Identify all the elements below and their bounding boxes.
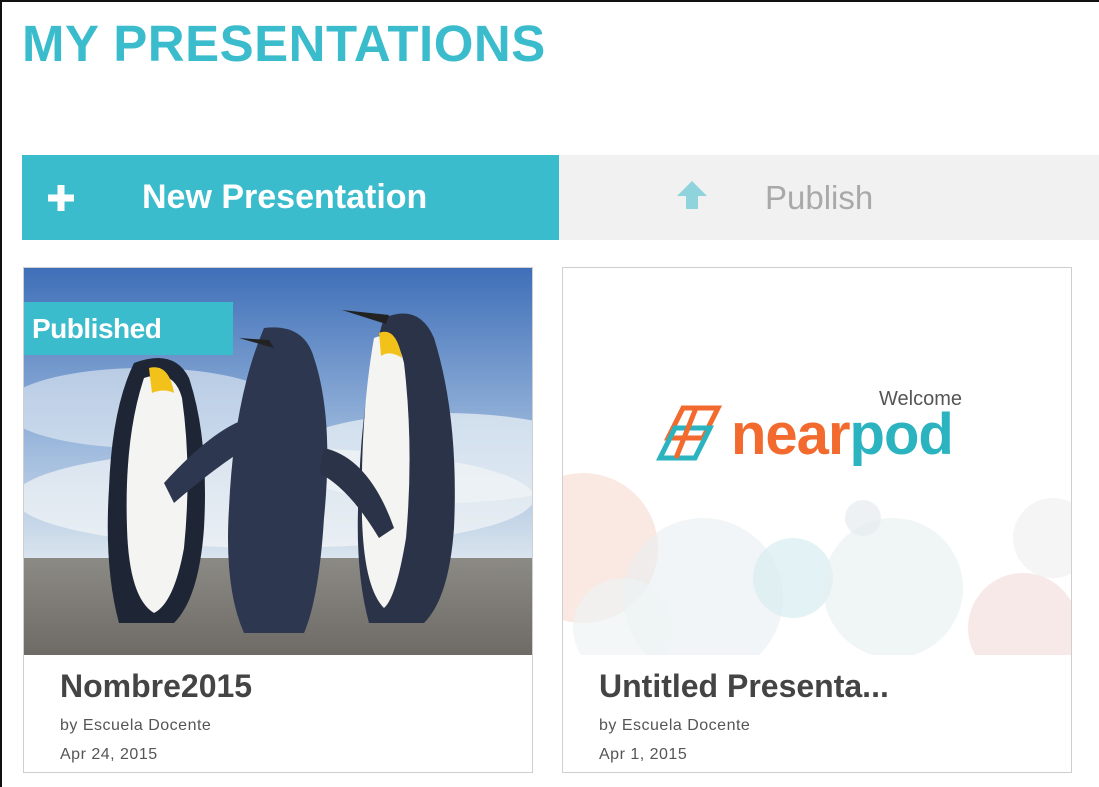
upload-arrow-icon [677, 180, 707, 215]
presentation-thumbnail-nearpod[interactable]: Welcome nearpod [563, 268, 1071, 655]
publish-label: Publish [765, 178, 874, 216]
window-border-left [0, 0, 2, 787]
page-title: MY PRESENTATIONS [22, 15, 546, 72]
presentation-author: by Escuela Docente [60, 717, 212, 734]
presentations-toolbar: New Presentation Publish [22, 155, 1099, 240]
published-badge: Published [24, 302, 233, 355]
presentation-date: Apr 1, 2015 [599, 746, 688, 763]
nearpod-word-near: near [731, 402, 851, 467]
presentation-card[interactable]: Welcome nearpod Untitled Presenta... by … [562, 267, 1072, 773]
new-presentation-label: New Presentation [142, 178, 428, 216]
presentation-title[interactable]: Nombre2015 [60, 668, 252, 705]
new-presentation-button[interactable]: New Presentation [22, 155, 559, 240]
presentation-card[interactable]: Published Nombre2015 by Escuela Docente … [23, 267, 533, 773]
nearpod-wordmark: nearpod [731, 406, 954, 464]
presentation-title[interactable]: Untitled Presenta... [599, 668, 889, 705]
presentation-date: Apr 24, 2015 [60, 746, 158, 763]
window-border-top [0, 0, 1099, 2]
publish-button[interactable]: Publish [559, 155, 1099, 240]
plus-icon [48, 178, 78, 218]
presentation-thumbnail-penguins[interactable]: Published [24, 268, 532, 655]
nearpod-word-pod: pod [849, 402, 954, 467]
presentation-author: by Escuela Docente [599, 717, 751, 734]
